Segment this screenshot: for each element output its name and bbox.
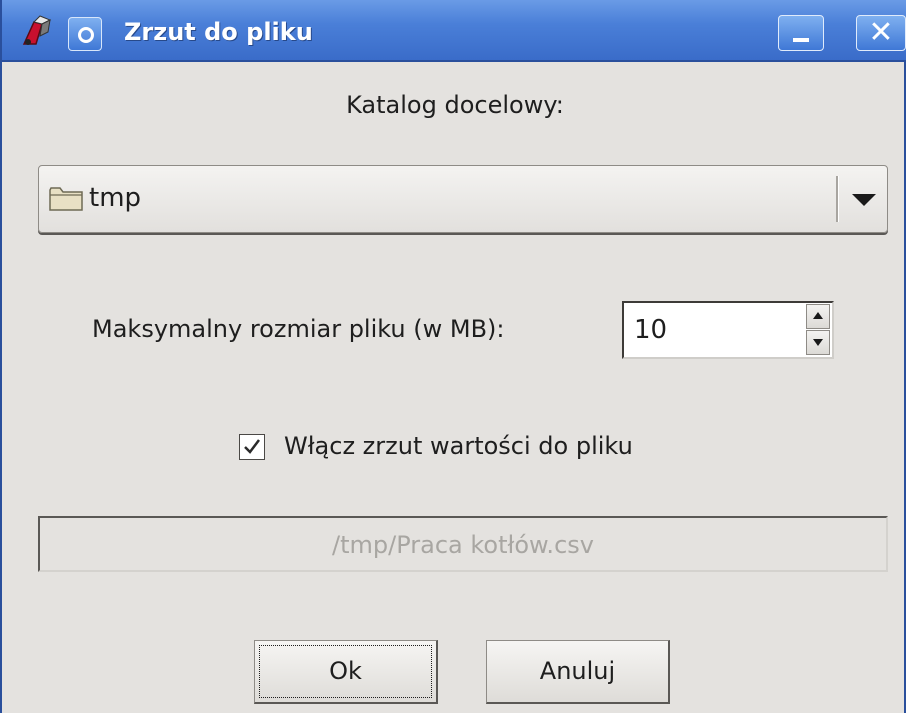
max-size-input[interactable] [634, 314, 794, 346]
target-directory-value: tmp [89, 183, 142, 213]
close-button[interactable]: ✕ [856, 15, 906, 51]
max-size-spinbox[interactable] [622, 301, 834, 359]
spin-down-icon[interactable] [806, 330, 830, 355]
minimize-icon[interactable] [778, 15, 824, 51]
combo-separator [836, 176, 839, 222]
enable-dump-checkbox[interactable] [239, 434, 265, 460]
ok-button-label: Ok [329, 657, 362, 685]
enable-dump-label[interactable]: Włącz zrzut wartości do pliku [284, 431, 633, 461]
file-path-value: /tmp/Praca kotłów.csv [332, 531, 594, 559]
max-size-label: Maksymalny rozmiar pliku (w MB): [92, 315, 505, 343]
file-path-field: /tmp/Praca kotłów.csv [38, 516, 888, 572]
app-logo-icon[interactable] [20, 14, 56, 50]
checkmark-icon [244, 439, 260, 454]
dialog-window: Zrzut do pliku ✕ Katalog docelowy: tmp M… [0, 0, 906, 713]
window-menu-icon[interactable] [68, 17, 102, 51]
cancel-button[interactable]: Anuluj [486, 640, 670, 704]
ok-button[interactable]: Ok [254, 640, 438, 704]
close-icon: ✕ [868, 15, 894, 50]
chevron-down-icon[interactable] [844, 180, 884, 220]
spin-up-icon[interactable] [806, 304, 830, 329]
window-title: Zrzut do pliku [124, 18, 313, 46]
title-bar[interactable]: Zrzut do pliku ✕ [2, 0, 906, 62]
cancel-button-label: Anuluj [539, 657, 616, 685]
target-directory-combo[interactable]: tmp [38, 165, 888, 233]
folder-icon [49, 186, 83, 212]
target-directory-label: Katalog docelowy: [346, 91, 564, 119]
